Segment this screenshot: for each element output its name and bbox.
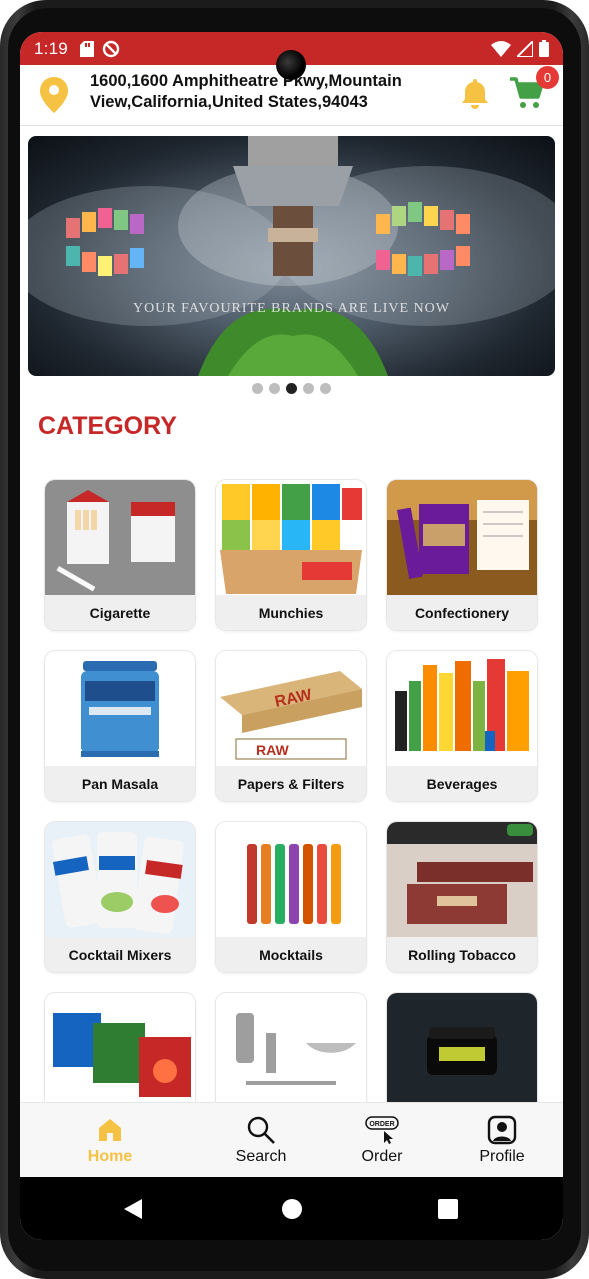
blocked-icon — [102, 40, 120, 57]
carousel-dot-active[interactable] — [286, 383, 297, 394]
banner-caption: YOUR FAVOURITE BRANDS ARE LIVE NOW — [133, 301, 450, 316]
svg-text:RAW: RAW — [256, 742, 289, 758]
category-label: Rolling Tobacco — [387, 937, 537, 972]
carousel-dot[interactable] — [269, 383, 280, 394]
bell-icon[interactable] — [460, 77, 490, 109]
order-icon: ORDER — [365, 1116, 399, 1144]
pan-masala-image — [45, 651, 195, 766]
sd-card-icon — [79, 40, 94, 57]
cart-count-badge: 0 — [536, 66, 559, 89]
profile-icon — [487, 1115, 517, 1145]
black-product-image — [387, 993, 537, 1108]
system-navigation-bar — [20, 1177, 563, 1240]
mocktails-image — [216, 822, 366, 937]
carousel-dot[interactable] — [320, 383, 331, 394]
recents-icon[interactable] — [438, 1199, 458, 1219]
bottom-navigation: Home Search ORDER Order Profile — [20, 1102, 563, 1177]
nav-search-label: Search — [235, 1148, 287, 1165]
promo-banner[interactable]: YOUR FAVOURITE BRANDS ARE LIVE NOW — [28, 136, 555, 376]
home-button-icon[interactable] — [281, 1198, 303, 1220]
front-camera — [276, 50, 306, 80]
delivery-address[interactable]: 1600,1600 Amphitheatre Pkwy,Mountain Vie… — [90, 71, 450, 113]
category-card-rolling-tobacco[interactable]: Rolling Tobacco — [387, 822, 537, 972]
signal-icon — [517, 40, 533, 57]
category-card-papers-filters[interactable]: RAW RAW Papers & Filters — [216, 651, 366, 801]
munchies-image — [216, 480, 366, 595]
banner-image — [28, 136, 555, 376]
back-icon[interactable] — [122, 1197, 144, 1221]
battery-icon — [539, 40, 549, 57]
nav-search[interactable]: Search — [201, 1103, 321, 1178]
confectionery-image — [387, 480, 537, 595]
category-label: Beverages — [387, 766, 537, 801]
nav-home-label: Home — [87, 1148, 133, 1165]
carousel-indicator — [20, 383, 563, 394]
location-pin-icon[interactable] — [40, 77, 68, 113]
category-heading: CATEGORY — [38, 412, 177, 440]
carousel-dot[interactable] — [303, 383, 314, 394]
category-label: Mocktails — [216, 937, 366, 972]
category-card-beverages[interactable]: Beverages — [387, 651, 537, 801]
svg-text:ORDER: ORDER — [369, 1121, 394, 1128]
papers-filters-image: RAW RAW — [216, 651, 366, 766]
category-label: Cocktail Mixers — [45, 937, 195, 972]
beverages-image — [387, 651, 537, 766]
hookah-flavour-image — [45, 993, 195, 1108]
category-label: Papers & Filters — [216, 766, 366, 801]
category-card-pan-masala[interactable]: Pan Masala — [45, 651, 195, 801]
nav-profile-label: Profile — [479, 1148, 525, 1165]
category-label: Confectionery — [387, 595, 537, 630]
category-label: Cigarette — [45, 595, 195, 630]
category-label: Pan Masala — [45, 766, 195, 801]
cocktail-mixers-image — [45, 822, 195, 937]
category-card-mocktails[interactable]: Mocktails — [216, 822, 366, 972]
category-card-cocktail-mixers[interactable]: Cocktail Mixers — [45, 822, 195, 972]
wifi-icon — [491, 40, 511, 57]
search-icon — [247, 1116, 275, 1144]
status-time: 1:19 — [34, 38, 68, 58]
nav-order[interactable]: ORDER Order — [322, 1103, 442, 1178]
nav-order-label: Order — [361, 1148, 403, 1165]
cigarette-image — [45, 480, 195, 595]
category-label: Munchies — [216, 595, 366, 630]
nav-profile[interactable]: Profile — [442, 1103, 562, 1178]
category-card-munchies[interactable]: Munchies — [216, 480, 366, 630]
home-icon — [99, 1119, 121, 1141]
category-card-confectionery[interactable]: Confectionery — [387, 480, 537, 630]
app-screen: 1:19 1600,1600 Amphitheatre Pkwy,Mountai… — [20, 32, 563, 1240]
nav-home[interactable]: Home — [50, 1103, 170, 1178]
rolling-tobacco-image — [387, 822, 537, 937]
carousel-dot[interactable] — [252, 383, 263, 394]
category-card-cigarette[interactable]: Cigarette — [45, 480, 195, 630]
accessories-image — [216, 993, 366, 1108]
